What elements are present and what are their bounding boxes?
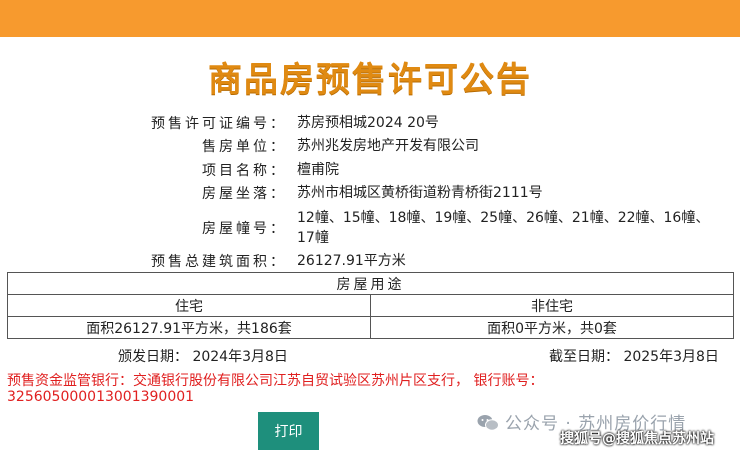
expiry-date: 截至日期： 2025年3月8日 [549,349,719,365]
non-residential-value: 面积0平方米，共0套 [370,316,734,339]
issue-date: 颁发日期： 2024年3月8日 [118,349,288,365]
wechat-icon [477,415,499,431]
page-title: 商品房预售许可公告 [208,60,532,100]
field-label: 项目名称： [202,163,287,179]
field-label: 预售总建筑面积： [151,254,287,270]
field-label: 预售许可证编号： [151,116,287,132]
watermark-sohu: 搜狐号@搜狐焦点苏州站 [560,431,714,447]
field-value: 檀甫院 [297,162,339,178]
residential-value: 面积26127.91平方米，共186套 [7,316,371,339]
field-value: 26127.91平方米 [297,253,406,269]
residential-header: 住宅 [7,294,371,317]
field-value: 苏州兆发房地产开发有限公司 [297,138,479,154]
print-button[interactable]: 打印 [258,412,319,450]
usage-table-header: 房屋用途 [7,272,734,295]
bank-account: 325605000013001390001 [7,389,195,405]
non-residential-header: 非住宅 [370,294,734,317]
field-label: 房屋坐落： [202,186,287,202]
field-value: 苏州市相城区黄桥街道粉青桥街2111号 [297,185,543,201]
usage-table: 房屋用途 住宅 非住宅 面积26127.91平方米，共186套 面积0平方米，共… [7,272,734,339]
field-label: 房屋幢号： [202,221,287,237]
top-banner [0,0,740,37]
field-value: 苏房预相城2024 20号 [297,115,439,131]
field-value: 12幢、15幢、18幢、19幢、25幢、26幢、21幢、22幢、16幢、17幢 [297,210,710,246]
bank-info: 预售资金监管银行：交通银行股份有限公司江苏自贸试验区苏州片区支行， 银行账号： [7,373,544,389]
field-label: 售房单位： [202,139,287,155]
